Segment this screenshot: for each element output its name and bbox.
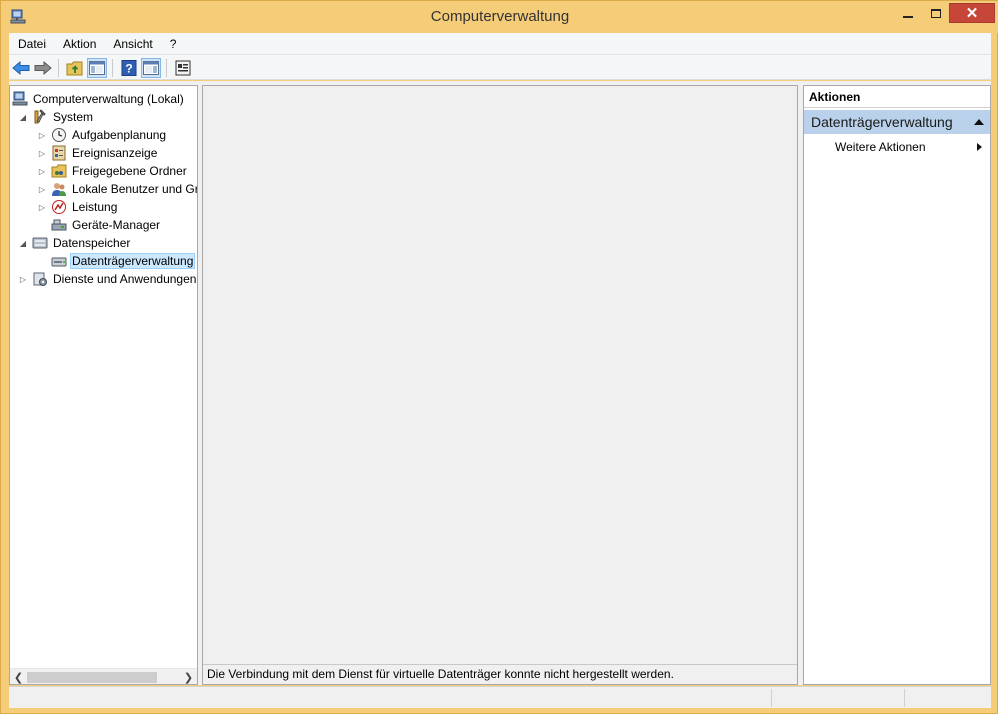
title-bar[interactable]: Computerverwaltung ✕ xyxy=(1,1,998,33)
forward-button[interactable] xyxy=(33,58,53,78)
tree-item-datenspeicher[interactable]: ◢ Datenspeicher xyxy=(18,234,132,252)
collapsed-icon[interactable]: ▷ xyxy=(18,274,28,284)
expanded-icon[interactable]: ◢ xyxy=(18,112,28,122)
users-icon xyxy=(52,183,66,196)
collapsed-icon[interactable]: ▷ xyxy=(37,184,47,194)
tree-item-freigegebene-ordner[interactable]: ▷ Freigegebene Ordner xyxy=(37,162,189,180)
tree-item-system[interactable]: ◢ System xyxy=(18,108,95,126)
up-folder-button[interactable] xyxy=(65,58,85,78)
toolbar-separator xyxy=(58,59,59,77)
collapsed-icon[interactable]: ▷ xyxy=(37,202,47,212)
menu-datei[interactable]: Datei xyxy=(9,33,54,55)
main-content: Computerverwaltung (Lokal) ◢ System ▷ Au… xyxy=(9,81,991,685)
computer-management-window: Computerverwaltung ✕ Datei Aktion Ansich… xyxy=(0,0,998,714)
tree-item-label: Freigegebene Ordner xyxy=(72,164,187,178)
collapse-icon[interactable] xyxy=(974,119,984,125)
tree-item-geraete-manager[interactable]: Geräte-Manager xyxy=(37,216,162,234)
tree-item-aufgabenplanung[interactable]: ▷ Aufgabenplanung xyxy=(37,126,168,144)
status-bar-divider xyxy=(771,689,772,707)
svg-text:?: ? xyxy=(125,62,132,76)
actions-header: Aktionen xyxy=(804,86,990,108)
toolbar-separator xyxy=(112,59,113,77)
system-tools-icon xyxy=(34,109,46,124)
menu-help[interactable]: ? xyxy=(161,33,185,55)
tree-item-ereignisanzeige[interactable]: ▷ Ereignisanzeige xyxy=(37,144,159,162)
services-icon xyxy=(33,272,47,286)
tree-item-label: Computerverwaltung (Lokal) xyxy=(33,92,184,106)
device-manager-icon xyxy=(51,219,67,231)
forward-icon xyxy=(34,61,52,75)
close-button[interactable]: ✕ xyxy=(949,3,995,23)
actions-section-title: Datenträgerverwaltung xyxy=(811,114,953,130)
tree-item-label: Aufgabenplanung xyxy=(72,128,167,142)
actions-pane: Aktionen Datenträgerverwaltung Weitere A… xyxy=(803,85,991,685)
back-button[interactable] xyxy=(11,58,31,78)
tree-item-leistung[interactable]: ▷ Leistung xyxy=(37,198,119,216)
scroll-right-icon[interactable]: ❯ xyxy=(180,669,197,684)
tree-item-label: Lokale Benutzer und Gruppen xyxy=(72,182,197,196)
tree-item-label: Datenspeicher xyxy=(53,236,131,250)
menu-bar: Datei Aktion Ansicht ? xyxy=(9,33,991,55)
collapsed-icon[interactable]: ▷ xyxy=(37,130,47,140)
actions-section-datentraegerverwaltung[interactable]: Datenträgerverwaltung xyxy=(804,110,990,134)
scroll-left-icon[interactable]: ❮ xyxy=(10,669,27,684)
action-label: Weitere Aktionen xyxy=(835,140,926,154)
expanded-icon[interactable]: ◢ xyxy=(18,238,28,248)
action-weitere-aktionen[interactable]: Weitere Aktionen xyxy=(804,138,990,156)
tree-item-label: System xyxy=(53,110,94,124)
menu-ansicht[interactable]: Ansicht xyxy=(104,33,160,55)
menu-aktion[interactable]: Aktion xyxy=(54,33,104,55)
show-hide-tree-icon xyxy=(89,61,105,75)
show-hide-tree-button[interactable] xyxy=(87,58,107,78)
window-title: Computerverwaltung xyxy=(430,8,570,25)
tree-item-label: Datenträgerverwaltung xyxy=(70,253,196,269)
minimize-icon xyxy=(903,16,913,18)
shared-folder-icon xyxy=(51,164,67,178)
maximize-button[interactable] xyxy=(923,3,949,23)
tree-item-datentraegerverwaltung[interactable]: Datenträgerverwaltung xyxy=(37,252,196,270)
close-icon: ✕ xyxy=(965,4,979,22)
expander-placeholder xyxy=(37,220,47,230)
minimize-button[interactable] xyxy=(896,3,920,23)
expander-placeholder xyxy=(37,256,47,266)
tree-item-label: Geräte-Manager xyxy=(72,218,161,232)
toolbar: ? xyxy=(9,55,991,80)
console-tree: Computerverwaltung (Lokal) ◢ System ▷ Au… xyxy=(9,85,198,685)
tree-item-label: Dienste und Anwendungen xyxy=(53,272,197,286)
collapsed-icon[interactable]: ▷ xyxy=(37,166,47,176)
properties-icon xyxy=(175,60,191,76)
maximize-icon xyxy=(931,8,941,18)
event-viewer-icon xyxy=(52,145,66,161)
show-hide-action-pane-button[interactable] xyxy=(141,58,161,78)
tree-horizontal-scrollbar[interactable]: ❮ ❯ xyxy=(10,668,197,684)
disk-management-icon xyxy=(51,257,67,267)
tree-item-computerverwaltung[interactable]: Computerverwaltung (Lokal) xyxy=(12,90,186,108)
tree-item-label: Ereignisanzeige xyxy=(72,146,158,160)
up-folder-icon xyxy=(66,61,83,76)
tree-item-label: Leistung xyxy=(72,200,118,214)
status-bar-divider xyxy=(904,689,905,707)
status-bar xyxy=(9,686,991,708)
clock-icon xyxy=(52,128,66,142)
result-pane-status-message: Die Verbindung mit dem Dienst für virtue… xyxy=(203,664,797,684)
scrollbar-thumb[interactable] xyxy=(27,672,157,683)
help-icon: ? xyxy=(121,60,137,76)
storage-icon xyxy=(32,237,48,249)
show-hide-action-pane-icon xyxy=(143,61,159,75)
properties-button[interactable] xyxy=(173,58,193,78)
help-button[interactable]: ? xyxy=(119,58,139,78)
collapsed-icon[interactable]: ▷ xyxy=(37,148,47,158)
result-pane: Die Verbindung mit dem Dienst für virtue… xyxy=(202,85,798,685)
back-icon xyxy=(12,61,30,75)
toolbar-separator xyxy=(166,59,167,77)
performance-icon xyxy=(52,200,66,214)
tree-item-lokale-benutzer[interactable]: ▷ Lokale Benutzer und Gruppen xyxy=(37,180,197,198)
tree-item-dienste-und-anwendungen[interactable]: ▷ Dienste und Anwendungen xyxy=(18,270,197,288)
computer-management-icon xyxy=(12,91,28,106)
submenu-arrow-icon xyxy=(977,143,982,151)
